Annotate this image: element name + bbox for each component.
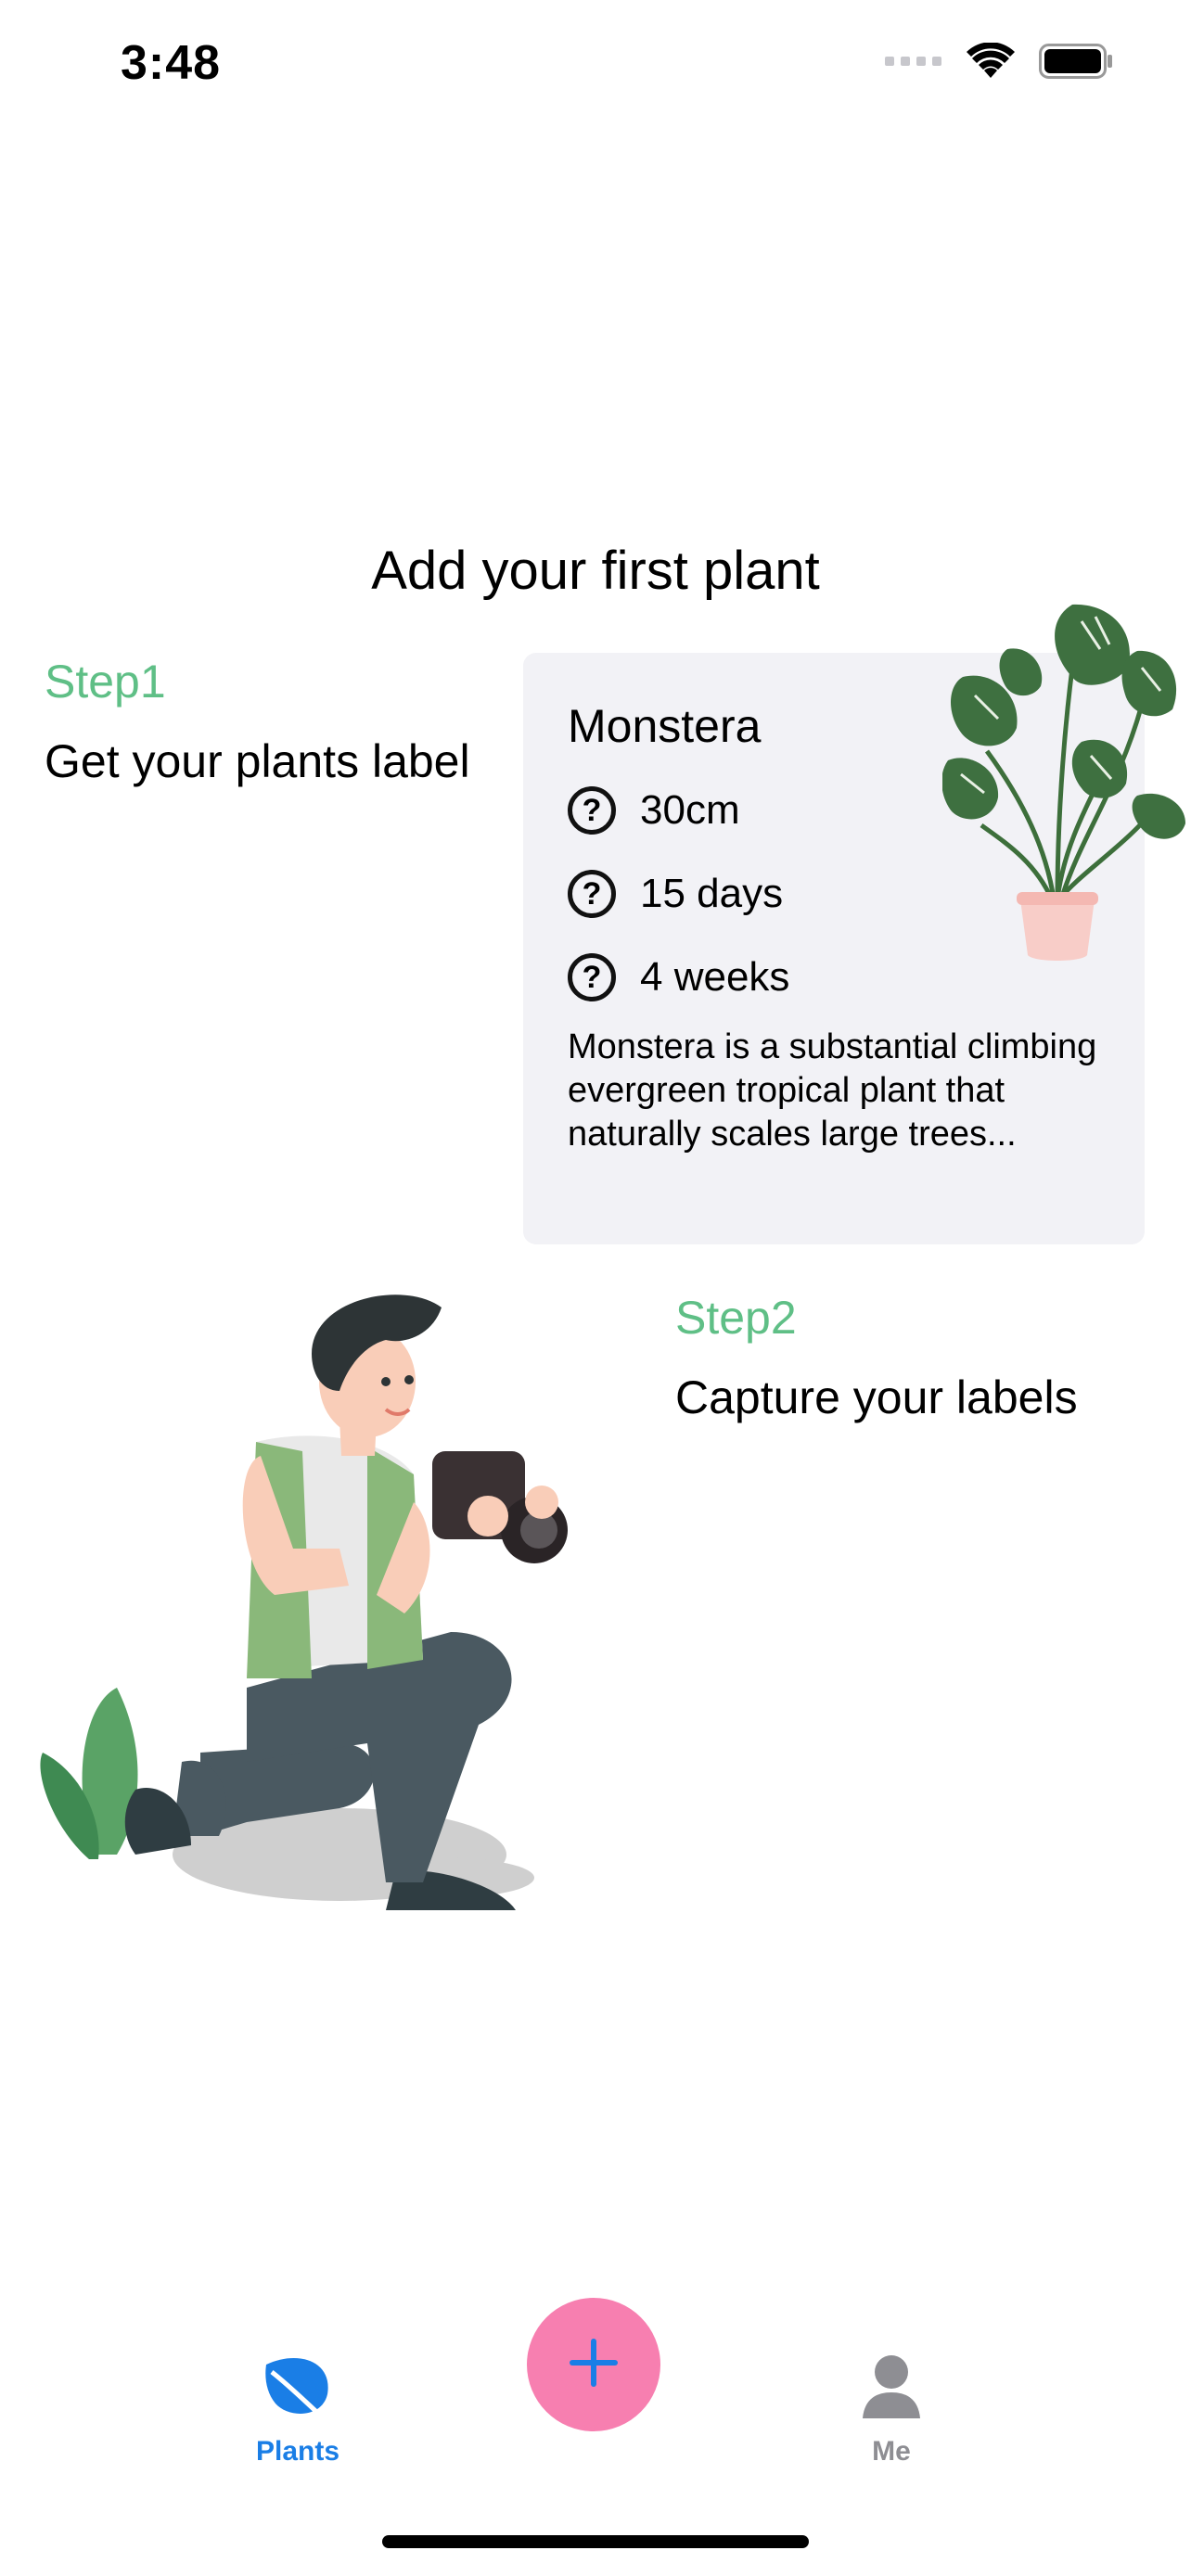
card-row-value: 4 weeks bbox=[640, 954, 790, 1000]
tab-plants[interactable]: Plants bbox=[237, 2353, 358, 2468]
question-circle-icon: ? bbox=[568, 953, 616, 1001]
card-description: Monstera is a substantial climbing everg… bbox=[568, 1027, 1097, 1154]
battery-icon bbox=[1039, 44, 1113, 83]
step2-label: Step2 bbox=[675, 1292, 797, 1344]
person-icon bbox=[859, 2353, 924, 2429]
tab-me[interactable]: Me bbox=[831, 2353, 952, 2468]
add-plant-button[interactable] bbox=[527, 2298, 660, 2431]
status-bar: 3:48 bbox=[0, 0, 1191, 139]
monstera-plant-illustration bbox=[941, 593, 1191, 969]
step1-text: Get your plants label bbox=[45, 735, 470, 787]
card-row-watering: ? 15 days bbox=[568, 870, 783, 918]
question-circle-icon: ? bbox=[568, 870, 616, 918]
photographer-illustration bbox=[33, 1280, 590, 1933]
question-circle-icon: ? bbox=[568, 786, 616, 835]
wifi-icon bbox=[967, 42, 1015, 84]
page-title: Add your first plant bbox=[371, 541, 820, 601]
signal-icon bbox=[885, 55, 942, 72]
status-time: 3:48 bbox=[121, 36, 222, 90]
plus-icon bbox=[566, 2335, 621, 2395]
card-row-size: ? 30cm bbox=[568, 786, 740, 835]
home-indicator[interactable] bbox=[382, 2535, 809, 2548]
card-row-value: 30cm bbox=[640, 787, 740, 833]
status-icons bbox=[885, 42, 1113, 84]
card-plant-name: Monstera bbox=[568, 700, 762, 752]
leaf-icon bbox=[261, 2353, 335, 2429]
step2-text: Capture your labels bbox=[675, 1371, 1078, 1423]
tab-me-label: Me bbox=[872, 2436, 911, 2467]
step1-label: Step1 bbox=[45, 656, 166, 708]
card-row-value: 15 days bbox=[640, 871, 784, 916]
card-row-fertilize: ? 4 weeks bbox=[568, 953, 789, 1001]
tab-plants-label: Plants bbox=[255, 2436, 340, 2467]
